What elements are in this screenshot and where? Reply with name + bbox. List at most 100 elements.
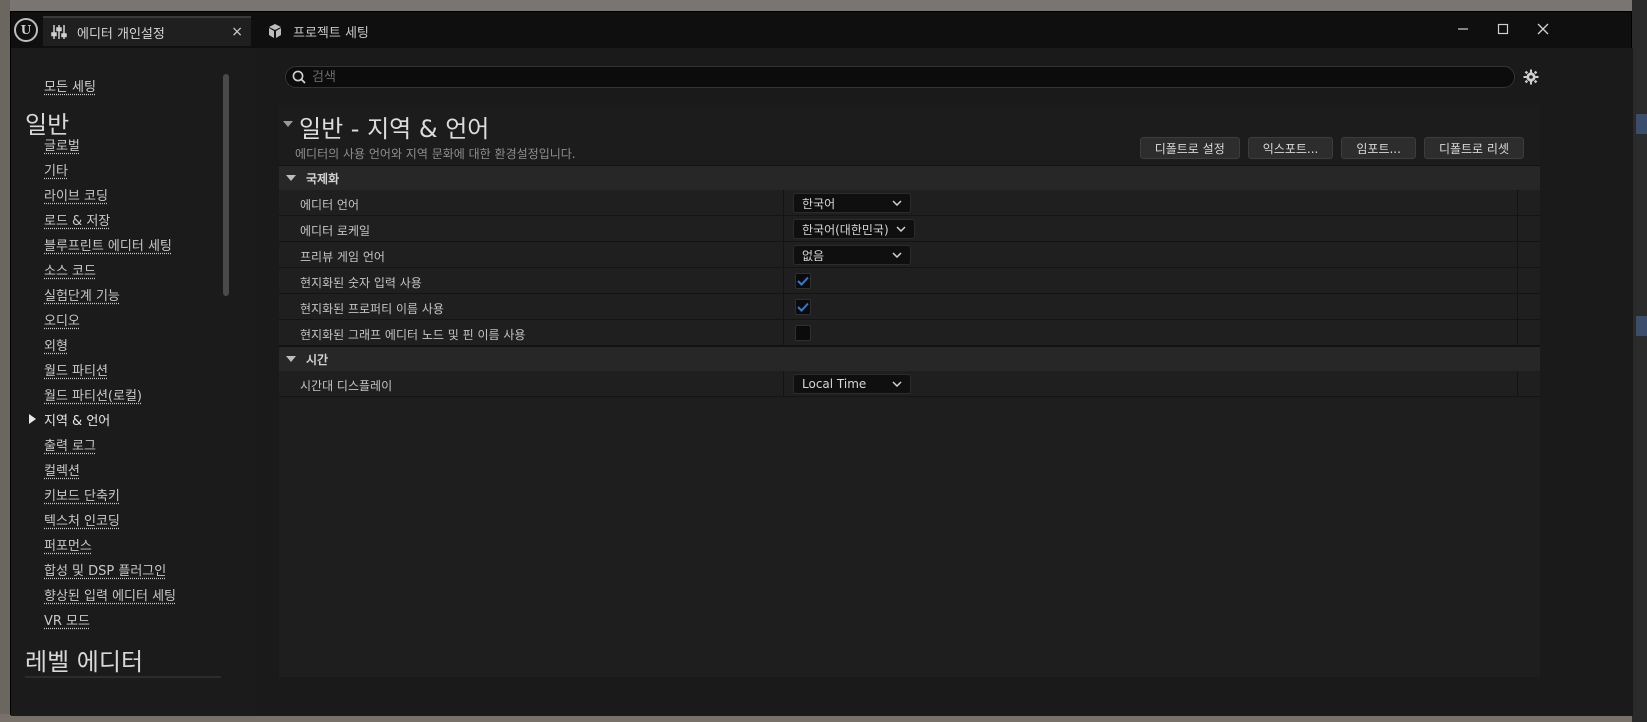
column-divider: [783, 294, 784, 320]
localized-numeric-input-checkbox[interactable]: [795, 273, 811, 289]
sidebar-item-blueprint-editor[interactable]: 블루프린트 에디터 세팅: [11, 232, 241, 257]
setting-row-localized-numeric-input: 현지화된 숫자 입력 사용: [279, 268, 1540, 294]
editor-preferences-window: U 에디터 개인설정 × 프로젝트 세팅 모든 세팅 일반 글로벌 기타 라이브…: [10, 11, 1633, 716]
sidebar-item-label: 기타: [44, 164, 68, 179]
close-window-button[interactable]: [1528, 17, 1558, 41]
panel-header: 일반 - 지역 & 언어 에디터의 사용 언어와 지역 문화에 대한 환경설정입…: [279, 105, 1540, 165]
sidebar-item-world-partition-local[interactable]: 월드 파티션(로컬): [11, 382, 241, 407]
tab-editor-preferences[interactable]: 에디터 개인설정 ×: [43, 16, 251, 46]
sidebar-item-load-save[interactable]: 로드 & 저장: [11, 207, 241, 232]
import-button[interactable]: 임포트...: [1341, 137, 1416, 159]
sidebar-item-collections[interactable]: 컬렉션: [11, 457, 241, 482]
panel-title-text: 일반 - 지역 & 언어: [299, 115, 490, 143]
sidebar-item-misc[interactable]: 기타: [11, 157, 241, 182]
sidebar-item-performance[interactable]: 퍼포먼스: [11, 532, 241, 557]
panel-description: 에디터의 사용 언어와 지역 문화에 대한 환경설정입니다.: [295, 147, 576, 161]
search-box[interactable]: [285, 66, 1515, 88]
sidebar-item-vr-mode[interactable]: VR 모드: [11, 607, 241, 632]
close-tab-icon[interactable]: ×: [231, 24, 243, 40]
sidebar-item-world-partition[interactable]: 월드 파티션: [11, 357, 241, 382]
sidebar-item-texture-encoding[interactable]: 텍스처 인코딩: [11, 507, 241, 532]
category-time[interactable]: 시간: [279, 346, 1540, 371]
category-internationalization[interactable]: 국제화: [279, 165, 1540, 190]
sidebar-item-label: 라이브 코딩: [44, 189, 108, 204]
sidebar-item-synthesis-dsp[interactable]: 합성 및 DSP 플러그인: [11, 557, 241, 582]
dropdown-value: Local Time: [802, 377, 867, 391]
sidebar-item-label: 글로벌: [44, 139, 80, 154]
selected-arrow-icon: [29, 414, 36, 424]
column-divider: [783, 320, 784, 346]
setting-label: 현지화된 그래프 에디터 노드 및 핀 이름 사용: [300, 328, 526, 342]
settings-panel: 일반 - 지역 & 언어 에디터의 사용 언어와 지역 문화에 대한 환경설정입…: [279, 105, 1540, 677]
dropdown-value: 한국어(대한민국): [802, 222, 889, 237]
gear-icon[interactable]: [1521, 67, 1541, 87]
chevron-down-icon: [892, 381, 902, 387]
setting-label: 현지화된 프로퍼티 이름 사용: [300, 302, 444, 316]
sidebar-item-label: 외형: [44, 339, 68, 354]
sidebar-scrollbar[interactable]: [223, 74, 229, 296]
sidebar-item-label: 지역 & 언어: [44, 414, 111, 429]
column-divider: [1517, 242, 1518, 268]
title-bar[interactable]: U 에디터 개인설정 × 프로젝트 세팅: [11, 12, 1631, 48]
sidebar-item-live-coding[interactable]: 라이브 코딩: [11, 182, 241, 207]
search-input[interactable]: [312, 69, 1492, 85]
column-divider: [1517, 320, 1518, 346]
sidebar-item-region-language[interactable]: 지역 & 언어: [11, 407, 241, 432]
sidebar-item-label: 월드 파티션: [44, 364, 108, 379]
sidebar-item-label: 실험단계 기능: [44, 289, 120, 304]
sidebar-item-label: 출력 로그: [44, 439, 96, 454]
setting-row-editor-locale: 에디터 로케일 한국어(대한민국): [279, 216, 1540, 242]
column-divider: [1517, 371, 1518, 397]
setting-label: 프리뷰 게임 언어: [300, 250, 385, 264]
sidebar-item-label: 로드 & 저장: [44, 214, 111, 229]
panel-title[interactable]: 일반 - 지역 & 언어: [283, 109, 490, 144]
category-label: 국제화: [306, 171, 340, 186]
sliders-icon: [51, 24, 67, 40]
maximize-button[interactable]: [1488, 17, 1518, 41]
sidebar-item-enhanced-input[interactable]: 향상된 입력 에디터 세팅: [11, 582, 241, 607]
sidebar-item-appearance[interactable]: 외형: [11, 332, 241, 357]
dropdown-value: 없음: [802, 248, 825, 263]
setting-label: 에디터 로케일: [300, 224, 371, 238]
setting-row-timezone-display: 시간대 디스플레이 Local Time: [279, 371, 1540, 397]
sidebar-item-audio[interactable]: 오디오: [11, 307, 241, 332]
sidebar-item-output-log[interactable]: 출력 로그: [11, 432, 241, 457]
export-button[interactable]: 익스포트...: [1247, 137, 1334, 159]
setting-label: 에디터 언어: [300, 198, 360, 212]
minimize-button[interactable]: [1448, 17, 1478, 41]
sidebar-item-label: 오디오: [44, 314, 80, 329]
sidebar-item-keyboard-shortcuts[interactable]: 키보드 단축키: [11, 482, 241, 507]
sidebar-nav-list: 글로벌 기타 라이브 코딩 로드 & 저장 블루프린트 에디터 세팅 소스 코드…: [11, 132, 241, 632]
preview-game-language-dropdown[interactable]: 없음: [793, 245, 911, 265]
sidebar-item-source-code[interactable]: 소스 코드: [11, 257, 241, 282]
timezone-display-dropdown[interactable]: Local Time: [793, 374, 911, 394]
tab-project-settings[interactable]: 프로젝트 세팅: [259, 16, 399, 46]
all-settings-link[interactable]: 모든 세팅: [44, 76, 96, 95]
sidebar-item-label: 블루프린트 에디터 세팅: [44, 239, 172, 254]
collapse-arrow-icon: [286, 356, 296, 362]
background-highlight: [1636, 316, 1647, 336]
settings-main: 일반 - 지역 & 언어 에디터의 사용 언어와 지역 문화에 대한 환경설정입…: [256, 48, 1633, 716]
sidebar-item-label: 월드 파티션(로컬): [44, 389, 142, 404]
category-label: 시간: [306, 352, 329, 367]
localized-graph-names-checkbox[interactable]: [795, 325, 811, 341]
setting-row-editor-language: 에디터 언어 한국어: [279, 190, 1540, 216]
reset-default-button[interactable]: 디폴트로 리셋: [1423, 137, 1524, 159]
editor-locale-dropdown[interactable]: 한국어(대한민국): [793, 219, 915, 239]
column-divider: [1517, 190, 1518, 216]
collapse-arrow-icon[interactable]: [283, 121, 293, 127]
settings-sidebar: 모든 세팅 일반 글로벌 기타 라이브 코딩 로드 & 저장 블루프린트 에디터…: [11, 48, 256, 716]
editor-language-dropdown[interactable]: 한국어: [793, 193, 911, 213]
panel-button-group: 디폴트로 설정 익스포트... 임포트... 디폴트로 리셋: [1139, 137, 1524, 159]
sidebar-item-label: 퍼포먼스: [44, 539, 92, 554]
column-divider: [783, 268, 784, 294]
tab-label: 에디터 개인설정: [77, 26, 165, 42]
sidebar-item-global[interactable]: 글로벌: [11, 132, 241, 157]
collapse-arrow-icon: [286, 175, 296, 181]
sidebar-divider: [25, 676, 221, 678]
column-divider: [1517, 294, 1518, 320]
sidebar-item-experimental[interactable]: 실험단계 기능: [11, 282, 241, 307]
sidebar-item-label: 텍스처 인코딩: [44, 514, 120, 529]
localized-property-names-checkbox[interactable]: [795, 299, 811, 315]
set-default-button[interactable]: 디폴트로 설정: [1139, 137, 1240, 159]
